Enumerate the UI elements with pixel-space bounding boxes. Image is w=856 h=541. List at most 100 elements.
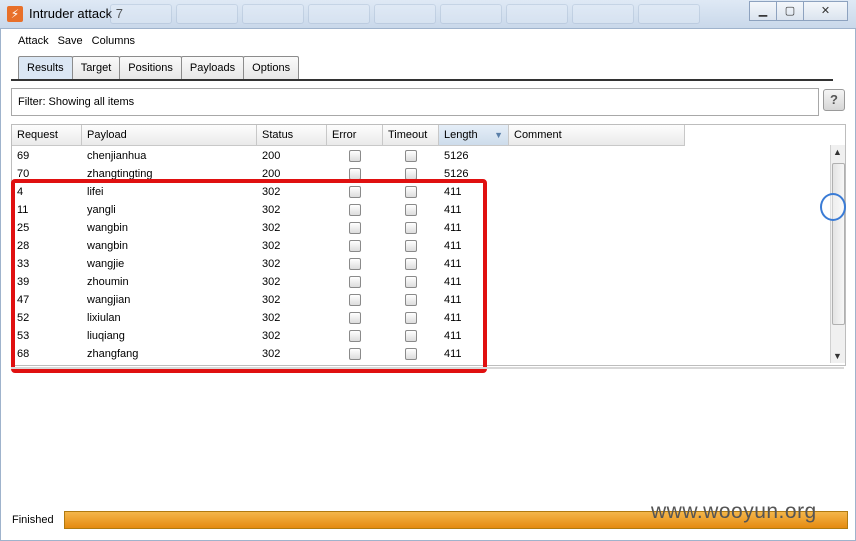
error-checkbox[interactable] (349, 186, 361, 198)
timeout-checkbox[interactable] (405, 276, 417, 288)
error-checkbox[interactable] (349, 258, 361, 270)
table-row[interactable]: 4 lifei 302 411 (12, 183, 685, 201)
minimize-icon[interactable]: ▁ (749, 1, 777, 21)
menu-columns[interactable]: Columns (92, 35, 135, 47)
error-checkbox[interactable] (349, 150, 361, 162)
error-checkbox[interactable] (349, 312, 361, 324)
cell-timeout (383, 147, 439, 165)
cell-timeout (383, 237, 439, 255)
error-checkbox[interactable] (349, 204, 361, 216)
cell-length: 411 (444, 258, 462, 270)
cell-status: 200 (262, 168, 281, 180)
cell-status: 302 (262, 240, 281, 252)
scroll-thumb[interactable] (832, 163, 845, 325)
cell-request: 11 (17, 204, 29, 216)
cell-comment (509, 147, 685, 165)
cell-length: 5126 (444, 150, 469, 162)
error-checkbox[interactable] (349, 276, 361, 288)
vertical-scrollbar[interactable]: ▲ ▼ (830, 145, 845, 363)
timeout-checkbox[interactable] (405, 330, 417, 342)
column-header-length[interactable]: Length ▼ (439, 125, 509, 146)
cell-status: 302 (262, 204, 281, 216)
timeout-checkbox[interactable] (405, 312, 417, 324)
menu-bar: Attack Save Columns (18, 35, 135, 47)
table-body: 69 chenjianhua 200 5126 70 zhangtingting 200 51… (12, 147, 685, 363)
cell-error (327, 309, 383, 327)
column-header-error[interactable]: Error (327, 125, 383, 146)
cell-length: 411 (444, 276, 462, 288)
help-button[interactable]: ? (823, 89, 845, 111)
table-row[interactable]: 68 zhangfang 302 411 (12, 345, 685, 363)
column-header-status[interactable]: Status (257, 125, 327, 146)
cell-timeout (383, 309, 439, 327)
cell-length: 411 (444, 348, 462, 360)
table-row[interactable]: 28 wangbin 302 411 (12, 237, 685, 255)
timeout-checkbox[interactable] (405, 240, 417, 252)
timeout-checkbox[interactable] (405, 186, 417, 198)
cell-comment (509, 291, 685, 309)
scroll-up-icon[interactable]: ▲ (833, 147, 842, 157)
tab-options[interactable]: Options (243, 56, 300, 80)
burp-icon: ⚡ (7, 6, 23, 22)
error-checkbox[interactable] (349, 348, 361, 360)
cell-payload: liuqiang (87, 330, 125, 342)
table-row[interactable]: 33 wangjie 302 411 (12, 255, 685, 273)
timeout-checkbox[interactable] (405, 258, 417, 270)
table-row[interactable]: 70 zhangtingting 200 5126 (12, 165, 685, 183)
cell-status: 302 (262, 186, 281, 198)
cell-request: 68 (17, 348, 30, 360)
error-checkbox[interactable] (349, 222, 361, 234)
table-row[interactable]: 52 lixiulan 302 411 (12, 309, 685, 327)
scroll-down-icon[interactable]: ▼ (833, 351, 842, 361)
tab-positions[interactable]: Positions (119, 56, 182, 80)
timeout-checkbox[interactable] (405, 168, 417, 180)
error-checkbox[interactable] (349, 330, 361, 342)
timeout-checkbox[interactable] (405, 150, 417, 162)
timeout-checkbox[interactable] (405, 294, 417, 306)
cell-error (327, 201, 383, 219)
table-row[interactable]: 11 yangli 302 411 (12, 201, 685, 219)
column-header-length-label: Length (444, 129, 478, 141)
cell-comment (509, 273, 685, 291)
menu-save[interactable]: Save (58, 35, 83, 47)
cell-length: 411 (444, 312, 462, 324)
table-row[interactable]: 53 liuqiang 302 411 (12, 327, 685, 345)
cell-length: 411 (444, 204, 462, 216)
table-row[interactable]: 47 wangjian 302 411 (12, 291, 685, 309)
column-header-payload[interactable]: Payload (82, 125, 257, 146)
cell-status: 302 (262, 312, 281, 324)
close-icon[interactable]: ✕ (803, 1, 848, 21)
column-header-comment[interactable]: Comment (509, 125, 685, 146)
tab-results[interactable]: Results (18, 56, 73, 81)
cell-length: 411 (444, 222, 462, 234)
tab-underline (11, 79, 833, 81)
timeout-checkbox[interactable] (405, 348, 417, 360)
cell-payload: wangbin (87, 240, 128, 252)
cell-error (327, 237, 383, 255)
cell-comment (509, 327, 685, 345)
cell-request: 25 (17, 222, 30, 234)
column-header-timeout[interactable]: Timeout (383, 125, 439, 146)
table-row[interactable]: 39 zhoumin 302 411 (12, 273, 685, 291)
error-checkbox[interactable] (349, 240, 361, 252)
table-row[interactable]: 69 chenjianhua 200 5126 (12, 147, 685, 165)
filter-bar[interactable]: Filter: Showing all items (11, 88, 819, 116)
cell-timeout (383, 273, 439, 291)
tab-payloads[interactable]: Payloads (180, 56, 245, 80)
column-header-request[interactable]: Request (12, 125, 82, 146)
tab-target[interactable]: Target (71, 56, 121, 80)
timeout-checkbox[interactable] (405, 222, 417, 234)
timeout-checkbox[interactable] (405, 204, 417, 216)
cell-request: 53 (17, 330, 30, 342)
cell-status: 302 (262, 258, 281, 270)
cell-error (327, 273, 383, 291)
maximize-icon[interactable]: ▢ (776, 1, 804, 21)
watermark: www.wooyun.org (651, 500, 817, 523)
error-checkbox[interactable] (349, 168, 361, 180)
panel-separator[interactable] (11, 367, 844, 369)
error-checkbox[interactable] (349, 294, 361, 306)
cell-request: 4 (17, 186, 24, 198)
table-row[interactable]: 25 wangbin 302 411 (12, 219, 685, 237)
menu-attack[interactable]: Attack (18, 35, 49, 47)
cell-error (327, 345, 383, 363)
